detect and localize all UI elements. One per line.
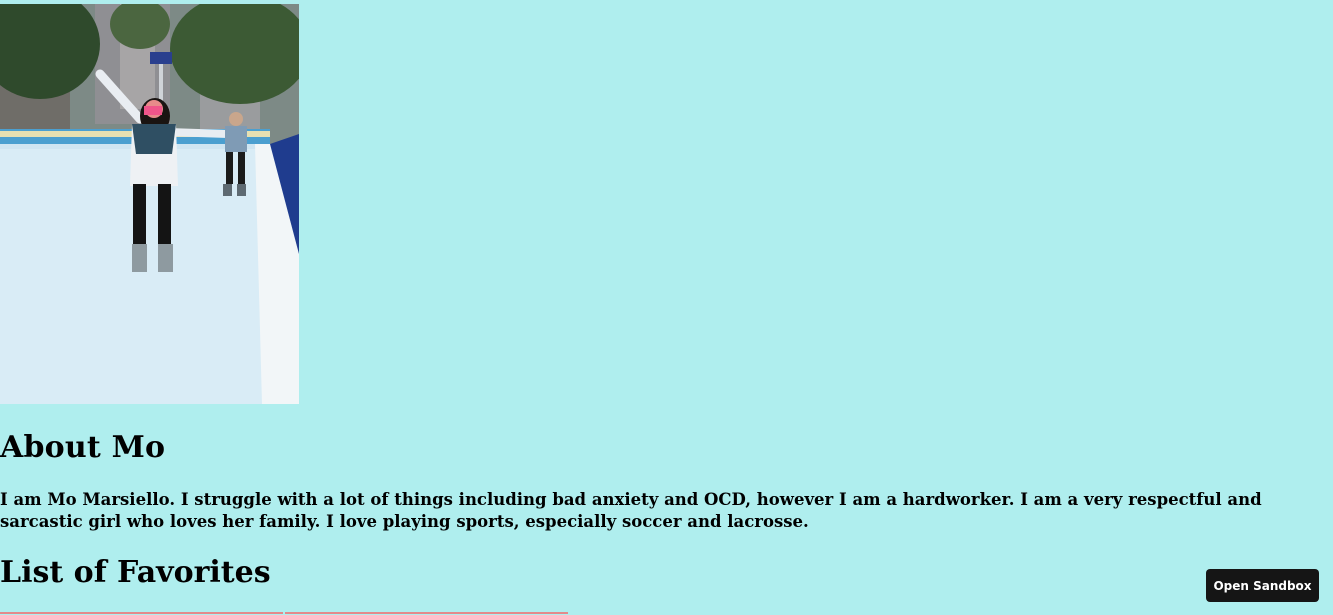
- open-sandbox-button[interactable]: Open Sandbox: [1206, 569, 1319, 602]
- about-heading: About Mo: [0, 430, 166, 465]
- ice-skating-photo: [0, 4, 299, 404]
- page: About Mo I am Mo Marsiello. I struggle w…: [0, 0, 1333, 615]
- favorites-heading: List of Favorites: [0, 555, 271, 590]
- about-paragraph: I am Mo Marsiello. I struggle with a lot…: [0, 490, 1262, 531]
